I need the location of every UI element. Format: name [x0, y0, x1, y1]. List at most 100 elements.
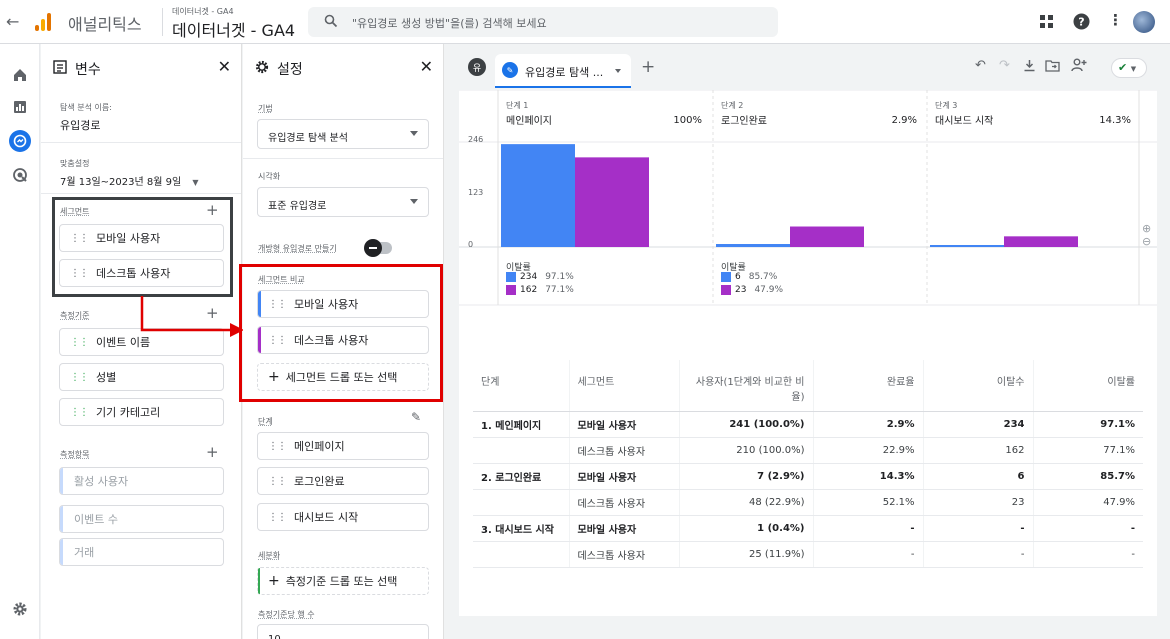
add-metric-icon[interactable]: +	[206, 443, 219, 461]
drag-handle-icon[interactable]: ⋮⋮	[70, 407, 89, 418]
chip-accent	[60, 468, 63, 494]
dimensions-label: 측정기준	[60, 311, 90, 320]
analytics-logo[interactable]	[35, 13, 53, 31]
add-icon: +	[268, 573, 280, 589]
stage-number: 단계 3	[935, 101, 958, 110]
col-users[interactable]: 사용자(1단계와 비교한 비율)	[678, 360, 813, 412]
bar	[716, 244, 790, 247]
rows-select[interactable]: 10	[257, 624, 429, 639]
table-row: 데스크톱 사용자 210 (100.0%) 22.9% 162 77.1%	[473, 437, 1143, 464]
drag-handle-icon[interactable]: ⋮⋮	[268, 512, 287, 523]
dimension-chip[interactable]: ⋮⋮ 기기 카테고리	[59, 398, 224, 426]
date-range-value: 7월 13일~2023년 8월 9일	[60, 177, 182, 188]
dropoff-count: 162	[520, 285, 538, 295]
step-chip[interactable]: ⋮⋮ 로그인완료	[257, 467, 429, 495]
segment-cell: 모바일 사용자	[568, 411, 679, 438]
status-check-button[interactable]: ✔ ▼	[1111, 58, 1147, 78]
col-completion-rate[interactable]: 완료율	[812, 360, 923, 412]
help-icon[interactable]: ?	[1073, 13, 1090, 30]
reports-icon[interactable]	[9, 96, 31, 118]
dropoff-count: 23	[735, 285, 747, 295]
open-funnel-toggle[interactable]	[364, 239, 392, 257]
variables-header: 변수 ✕	[41, 44, 241, 90]
col-abandonment-rate[interactable]: 이탈률	[1032, 360, 1143, 412]
legend-swatch	[506, 285, 516, 295]
segment-cell: 데스크톱 사용자	[568, 541, 679, 568]
avatar[interactable]	[1133, 11, 1155, 33]
zoom-out-icon[interactable]: ⊖	[1142, 235, 1151, 248]
metric-chip[interactable]: 활성 사용자	[59, 467, 224, 495]
undo-icon[interactable]: ↶	[975, 58, 986, 73]
divider	[41, 193, 241, 194]
open-funnel-label: 개방형 유입경로 만들기	[258, 244, 337, 253]
col-abandonments[interactable]: 이탈수	[922, 360, 1033, 412]
technique-select[interactable]: 유입경로 탐색 분석	[257, 119, 429, 149]
advertising-icon[interactable]	[9, 164, 31, 186]
abandon-cell: 23	[922, 489, 1033, 516]
variables-badge[interactable]: 유	[468, 58, 486, 76]
col-step[interactable]: 단계	[473, 360, 569, 412]
dropoff-pct: 77.1%	[545, 285, 574, 295]
visualization-select[interactable]: 표준 유입경로	[257, 187, 429, 217]
metric-chip[interactable]: 거래	[59, 538, 224, 566]
close-icon[interactable]: ✕	[218, 57, 231, 76]
divider	[162, 8, 163, 36]
y-tick-label: 0	[468, 240, 474, 249]
redo-icon[interactable]: ↷	[999, 58, 1010, 73]
technique-label: 기법	[258, 104, 273, 113]
home-icon[interactable]	[9, 64, 31, 86]
more-vert-icon[interactable]: ⋮	[1108, 11, 1123, 29]
search-placeholder[interactable]: "유입경로 생성 방법"을(를) 검색해 보세요	[352, 15, 547, 31]
exploration-name-input[interactable]: 유입경로	[60, 117, 241, 133]
stage-completion-pct: 14.3%	[1099, 115, 1131, 126]
export-icon[interactable]	[1045, 59, 1060, 72]
table-row: 1. 메인페이지 모바일 사용자 241 (100.0%) 2.9% 234 97.1%	[473, 411, 1143, 438]
step-cell	[473, 489, 569, 516]
completion-cell: 14.3%	[812, 463, 923, 490]
stage-name: 메인페이지	[506, 116, 552, 127]
check-circle-icon: ✔	[1118, 61, 1128, 74]
abandon-rate-cell: -	[1032, 515, 1143, 542]
stage-header[interactable]: 단계 1 메인페이지	[506, 100, 552, 127]
back-arrow-icon[interactable]: ←	[6, 12, 19, 31]
drag-handle-icon[interactable]: ⋮⋮	[70, 337, 89, 348]
dropoff-count: 234	[520, 272, 538, 282]
step-chip[interactable]: ⋮⋮ 메인페이지	[257, 432, 429, 460]
stage-header[interactable]: 단계 3 대시보드 시작	[935, 100, 993, 127]
stage-header[interactable]: 단계 2 로그인완료	[721, 100, 767, 127]
add-tab-icon[interactable]: +	[641, 57, 655, 77]
share-user-icon[interactable]	[1071, 58, 1087, 72]
tab-funnel-exploration[interactable]: ✎ 유입경로 탐색 ...	[495, 54, 631, 88]
dimension-chip[interactable]: ⋮⋮ 성별	[59, 363, 224, 391]
abandon-rate-cell: 47.9%	[1032, 489, 1143, 516]
apps-grid-icon[interactable]	[1040, 15, 1053, 28]
col-segment[interactable]: 세그먼트	[568, 360, 679, 412]
tab-label: 유입경로 탐색 ...	[525, 66, 604, 79]
highlight-box-segments	[52, 197, 233, 297]
date-range-label: 맞춤설정	[60, 159, 90, 168]
drag-handle-icon[interactable]: ⋮⋮	[268, 441, 287, 452]
drag-handle-icon[interactable]: ⋮⋮	[70, 372, 89, 383]
explore-icon[interactable]	[9, 130, 31, 152]
drop-dimension-zone[interactable]: + 측정기준 드롭 또는 선택	[257, 567, 429, 595]
search-bar[interactable]: "유입경로 생성 방법"을(를) 검색해 보세요	[308, 7, 778, 37]
edit-pencil-icon[interactable]: ✎	[411, 410, 421, 424]
download-icon[interactable]	[1023, 59, 1036, 72]
zoom-in-icon[interactable]: ⊕	[1142, 222, 1151, 235]
settings-icon[interactable]	[9, 598, 31, 620]
drag-handle-icon[interactable]: ⋮⋮	[268, 476, 287, 487]
date-range-section[interactable]: 맞춤설정 7월 13일~2023년 8월 9일 ▼	[41, 158, 241, 188]
stage-name: 대시보드 시작	[935, 116, 994, 127]
step-chip[interactable]: ⋮⋮ 대시보드 시작	[257, 503, 429, 531]
step-cell	[473, 437, 569, 464]
steps-label: 단계	[258, 417, 273, 426]
red-arrow-annotation	[140, 296, 244, 337]
account-label[interactable]: 데이터너겟 - GA4	[172, 6, 234, 17]
completion-cell: 2.9%	[812, 411, 923, 438]
property-selector[interactable]: 데이터너겟 - GA4	[172, 17, 295, 41]
close-icon[interactable]: ✕	[420, 57, 433, 76]
users-cell: 25 (11.9%)	[678, 541, 813, 568]
funnel-icon: ✎	[502, 62, 518, 78]
metric-chip[interactable]: 이벤트 수	[59, 505, 224, 533]
dropdown-caret-icon[interactable]	[615, 69, 621, 73]
